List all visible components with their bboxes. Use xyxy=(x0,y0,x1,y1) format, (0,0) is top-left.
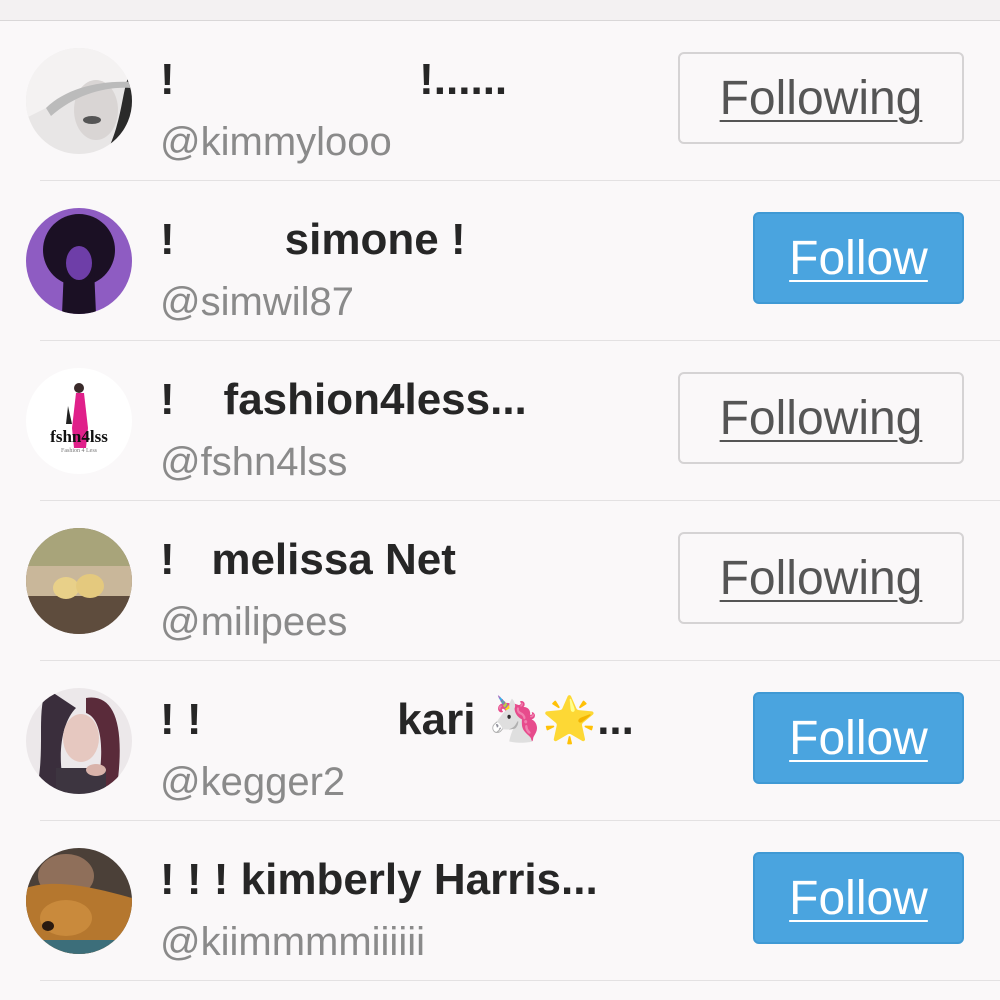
avatar[interactable] xyxy=(26,688,132,794)
logo-text: fshn4lss xyxy=(50,427,108,446)
woman-photo-icon xyxy=(26,688,132,794)
list-item[interactable]: ! ! kari 🦄🌟... @kegger2 Follow xyxy=(0,661,1000,821)
following-button[interactable]: Following xyxy=(678,532,964,624)
user-handle: @kimmylooo xyxy=(160,120,392,164)
following-button[interactable]: Following xyxy=(678,52,964,144)
chicks-photo-icon xyxy=(26,528,132,634)
user-display-name: ! fashion4less... xyxy=(160,375,527,424)
fshn4lss-logo-icon: fshn4lss Fashion 4 Less xyxy=(26,368,132,474)
avatar[interactable] xyxy=(26,208,132,314)
list-item[interactable]: ! melissa Net @milipees Following xyxy=(0,501,1000,661)
user-handle: @fshn4lss xyxy=(160,440,348,484)
user-handle: @simwil87 xyxy=(160,280,354,324)
list-item[interactable]: ! ! ! kimberly Harris... @kiimmmmiiiiii … xyxy=(0,821,1000,981)
follow-button[interactable]: Follow xyxy=(753,212,964,304)
woman-hat-photo-icon xyxy=(26,48,132,154)
follow-button[interactable]: Follow xyxy=(753,852,964,944)
list-item[interactable]: ! !...... @kimmylooo Following xyxy=(0,21,1000,181)
top-divider xyxy=(0,0,1000,21)
list-item[interactable]: fshn4lss Fashion 4 Less ! fashion4less..… xyxy=(0,341,1000,501)
user-handle: @kiimmmmiiiiii xyxy=(160,920,425,964)
follow-button[interactable]: Follow xyxy=(753,692,964,784)
following-button[interactable]: Following xyxy=(678,372,964,464)
user-display-name: ! melissa Net xyxy=(160,535,456,584)
user-display-name: ! !...... xyxy=(160,55,508,104)
avatar[interactable]: fshn4lss Fashion 4 Less xyxy=(26,368,132,474)
user-list: ! !...... @kimmylooo Following ! simone … xyxy=(0,21,1000,981)
user-display-name: ! ! kari 🦄🌟... xyxy=(160,695,634,744)
user-handle: @kegger2 xyxy=(160,760,346,804)
avatar[interactable] xyxy=(26,48,132,154)
avatar[interactable] xyxy=(26,848,132,954)
dog-photo-icon xyxy=(26,848,132,954)
user-handle: @milipees xyxy=(160,600,348,644)
afro-silhouette-icon xyxy=(26,208,132,314)
avatar[interactable] xyxy=(26,528,132,634)
user-display-name: ! ! ! kimberly Harris... xyxy=(160,855,598,904)
user-display-name: ! simone ! xyxy=(160,215,466,264)
logo-subtext: Fashion 4 Less xyxy=(61,448,98,454)
list-item[interactable]: ! simone ! @simwil87 Follow xyxy=(0,181,1000,341)
row-divider xyxy=(40,980,1000,981)
